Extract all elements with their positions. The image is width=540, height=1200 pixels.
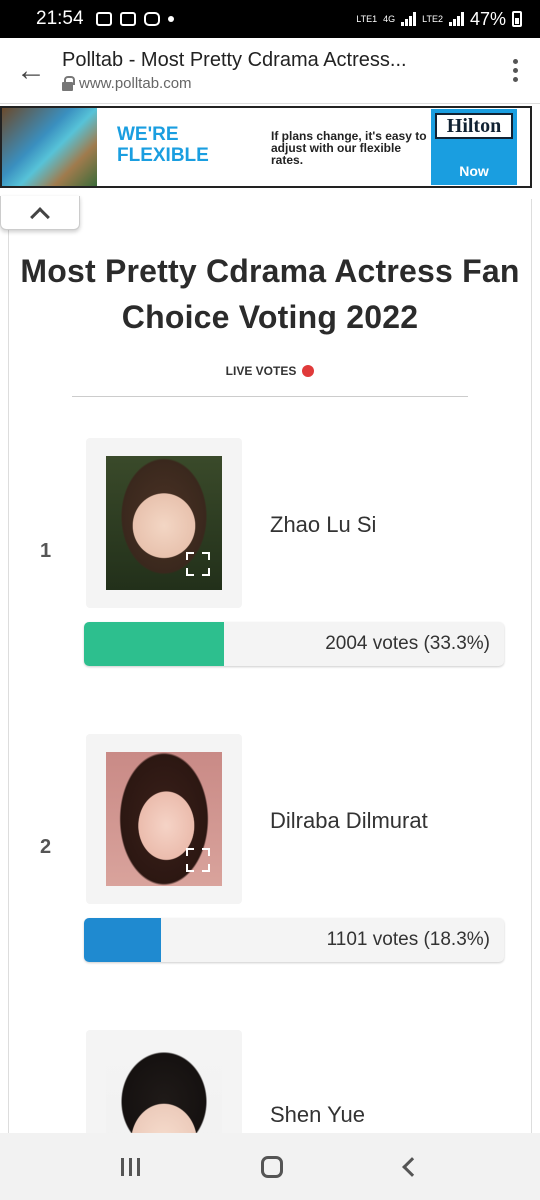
status-right: LTE1 4G LTE2 47% [356, 9, 522, 30]
expand-icon[interactable] [186, 848, 210, 872]
gallery-icon [95, 12, 112, 26]
divider [72, 396, 468, 397]
network-1-label: LTE1 [356, 13, 378, 24]
vote-count-label: 1101 votes (18.3%) [326, 929, 490, 950]
lock-icon [62, 75, 75, 91]
screen-record-icon [119, 12, 136, 26]
entry-photo-frame[interactable] [86, 438, 242, 608]
entry-name: Dilraba Dilmurat [270, 808, 428, 833]
more-options-icon[interactable] [490, 59, 540, 82]
entry-rank: 2 [40, 836, 52, 858]
ad-resort-image [2, 108, 97, 186]
vote-bar-fill [84, 622, 224, 666]
collapse-ad-button[interactable] [0, 196, 80, 230]
entry-name: Shen Yue [270, 1102, 366, 1127]
signal-icon [401, 12, 417, 26]
vote-count-label: 2004 votes (33.3%) [325, 633, 490, 654]
notification-icons [95, 12, 174, 26]
live-votes-indicator: LIVE VOTES [0, 364, 540, 378]
signal-2-icon [448, 12, 464, 26]
live-votes-label: LIVE VOTES [225, 364, 297, 378]
vote-bar: 2004 votes (33.3%) [84, 622, 504, 666]
vote-bar: 1101 votes (18.3%) [84, 918, 504, 962]
ad-cta-button[interactable]: Hilton Now [431, 109, 517, 185]
ad-banner[interactable]: WE'RE FLEXIBLE If plans change, it's eas… [0, 106, 532, 188]
poll-card [8, 199, 532, 1139]
system-nav-bar [0, 1133, 540, 1200]
recent-apps-icon[interactable] [120, 1157, 140, 1176]
network-2-label: LTE2 [422, 13, 443, 24]
browser-page-title: Polltab - Most Pretty Cdrama Actress... [62, 49, 407, 71]
battery-percent: 47% [469, 8, 506, 29]
battery-icon [512, 11, 522, 27]
poll-title: Most Pretty Cdrama Actress Fan Choice Vo… [20, 253, 520, 335]
back-arrow-icon[interactable]: ← [0, 54, 62, 88]
entry-name: Zhao Lu Si [270, 512, 377, 537]
instagram-icon [143, 12, 160, 26]
chevron-up-icon [30, 206, 50, 227]
ad-brand-logo: Hilton [435, 113, 513, 139]
entry-photo-frame[interactable] [86, 734, 242, 904]
status-bar: 21:54 LTE1 4G LTE2 47% [0, 0, 540, 38]
entry-rank: 1 [40, 540, 52, 562]
expand-icon[interactable] [186, 552, 210, 576]
browser-toolbar: ← Polltab - Most Pretty Cdrama Actress..… [0, 38, 540, 104]
url-text: www.polltab.com [79, 75, 192, 92]
more-notifications-icon [167, 16, 174, 22]
network-type-label: 4G [383, 13, 396, 24]
live-dot-icon [302, 365, 315, 377]
url-line: www.polltab.com [62, 75, 490, 92]
vote-bar-fill [84, 918, 161, 962]
ad-body-text: If plans change, it's easy to adjust wit… [271, 129, 427, 167]
entry-photo [106, 456, 222, 590]
entry-photo [106, 752, 222, 886]
ad-headline: WE'RE FLEXIBLE [117, 124, 209, 166]
url-box[interactable]: Polltab - Most Pretty Cdrama Actress... … [62, 49, 490, 92]
ad-cta-label: Now [459, 163, 489, 179]
back-icon[interactable] [402, 1156, 423, 1177]
home-icon[interactable] [261, 1155, 284, 1178]
status-time: 21:54 [36, 8, 84, 29]
